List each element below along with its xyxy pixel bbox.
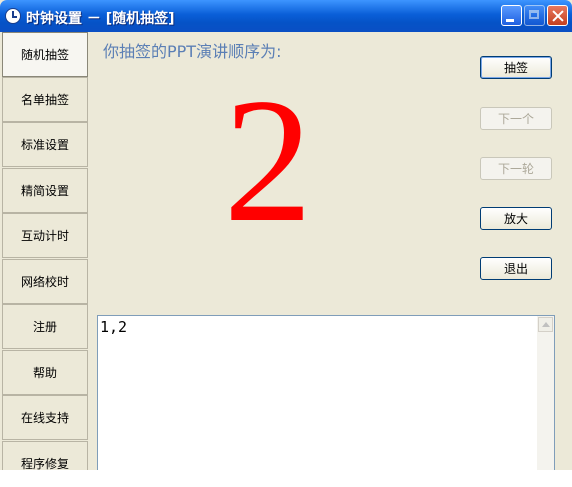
sidebar-item-standard-settings[interactable]: 标准设置 — [2, 122, 88, 167]
scroll-up-arrow-icon[interactable] — [538, 317, 553, 332]
sidebar-item-random-draw[interactable]: 随机抽签 — [2, 32, 88, 77]
draw-order-prompt: 你抽签的PPT演讲顺序为: — [103, 42, 282, 61]
next-button[interactable]: 下一个 — [480, 107, 552, 130]
title-bar[interactable]: 时钟设置 － [随机抽签] — [0, 0, 572, 32]
app-window: 时钟设置 － [随机抽签] 随机抽签 名单抽签 标准设置 精简设置 互动计时 网… — [0, 0, 572, 470]
zoom-button[interactable]: 放大 — [480, 207, 552, 230]
vertical-scrollbar[interactable] — [537, 316, 554, 470]
sidebar-item-list-draw[interactable]: 名单抽签 — [2, 77, 88, 122]
clock-icon[interactable] — [5, 8, 21, 24]
window-title: 时钟设置 － [随机抽签] — [26, 11, 175, 27]
exit-button[interactable]: 退出 — [480, 257, 552, 280]
draw-history-textarea[interactable]: 1,2 — [97, 315, 555, 470]
drawn-number-display: 2 — [223, 61, 313, 259]
minimize-button[interactable] — [501, 5, 522, 26]
sidebar: 随机抽签 名单抽签 标准设置 精简设置 互动计时 网络校时 注册 帮助 在线支持… — [0, 32, 89, 470]
draw-button[interactable]: 抽签 — [480, 56, 552, 79]
close-button[interactable] — [547, 5, 568, 26]
sidebar-item-simple-settings[interactable]: 精简设置 — [2, 168, 88, 213]
sidebar-item-program-repair[interactable]: 程序修复 — [2, 441, 88, 470]
sidebar-item-help[interactable]: 帮助 — [2, 350, 88, 395]
draw-history-text: 1,2 — [100, 318, 128, 336]
sidebar-item-interactive-timer[interactable]: 互动计时 — [2, 213, 88, 258]
sidebar-item-network-time[interactable]: 网络校时 — [2, 259, 88, 304]
maximize-button[interactable] — [524, 5, 545, 26]
sidebar-item-online-support[interactable]: 在线支持 — [2, 395, 88, 440]
next-round-button[interactable]: 下一轮 — [480, 157, 552, 180]
sidebar-item-register[interactable]: 注册 — [2, 304, 88, 349]
